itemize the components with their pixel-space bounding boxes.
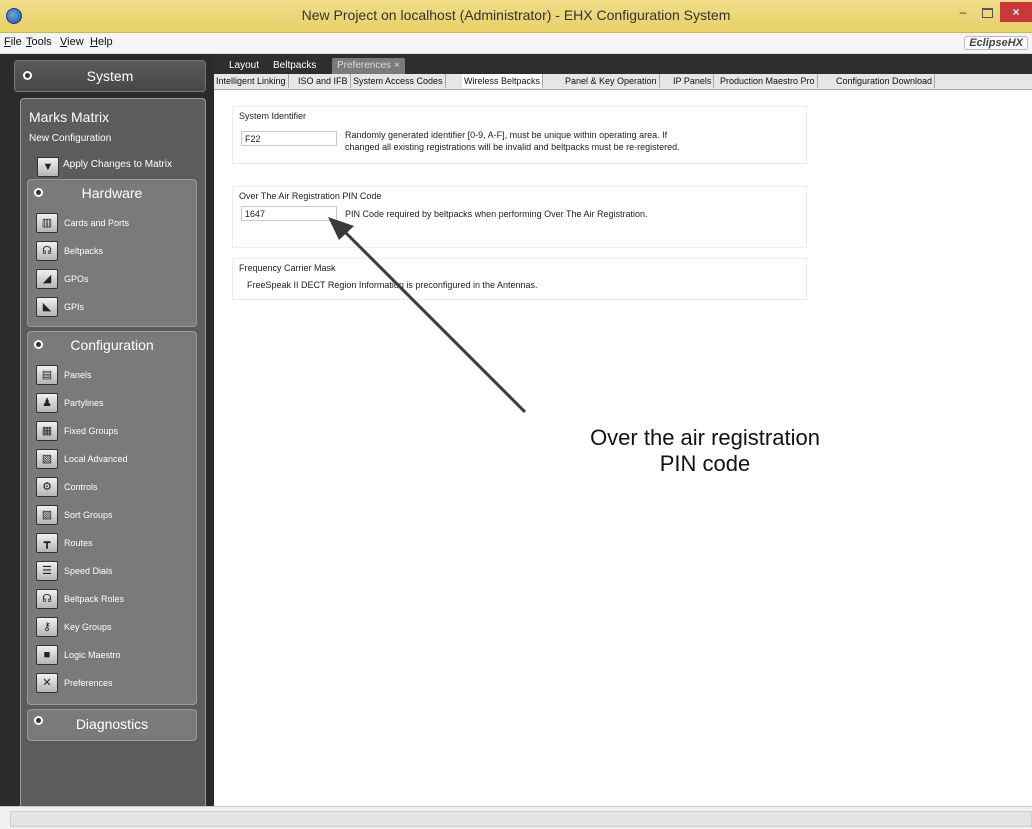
sidebar-item-label: Beltpacks [64, 246, 104, 256]
sidebar-item-label: GPIs [64, 302, 85, 312]
key-groups-icon: ⚷ [36, 617, 58, 637]
sidebar: System Marks Matrix New Configuration ▼ … [0, 54, 214, 812]
status-field [10, 811, 1032, 827]
frequency-carrier-mask-description: FreeSpeak II DECT Region Information is … [247, 280, 538, 290]
app-window: New Project on localhost (Administrator)… [0, 0, 1032, 829]
sidebar-item-label: Key Groups [64, 622, 112, 632]
frequency-carrier-mask-group: Frequency Carrier Mask FreeSpeak II DECT… [232, 258, 807, 300]
ota-pin-input[interactable]: 1647 [241, 206, 337, 221]
diagnostics-title: Diagnostics [75, 716, 149, 732]
close-button[interactable]: × [1000, 2, 1032, 22]
system-section-button[interactable]: System [14, 60, 206, 92]
tab-beltpacks[interactable]: Beltpacks [268, 58, 321, 74]
system-identifier-group: System Identifier F22 Randomly generated… [232, 106, 807, 164]
partylines-icon: ♟ [36, 393, 58, 413]
beltpack-roles-icon: ☊ [36, 589, 58, 609]
subtab-system-access-codes[interactable]: System Access Codes [351, 74, 446, 88]
hardware-section: Hardware ▥ Cards and Ports ☊ Beltpacks ◢… [27, 179, 197, 327]
system-identifier-input[interactable]: F22 [241, 131, 337, 146]
preferences-subtabs: Intelligent Linking ISO and IFB System A… [214, 74, 1032, 90]
panels-icon: ▤ [36, 365, 58, 385]
fixed-groups-icon: ▦ [36, 421, 58, 441]
local-advanced-icon: ▧ [36, 449, 58, 469]
document-tabs: Layout Beltpacks Preferences × [214, 54, 1032, 74]
sidebar-item-label: Routes [64, 538, 93, 548]
frequency-carrier-mask-title: Frequency Carrier Mask [239, 263, 336, 273]
sidebar-item-label: Fixed Groups [64, 426, 119, 436]
sidebar-item-label: Speed Dials [64, 566, 113, 576]
speed-dials-icon: ☰ [36, 561, 58, 581]
sidebar-item-label: Logic Maestro [64, 650, 121, 660]
subtab-wireless-beltpacks[interactable]: Wireless Beltpacks [462, 74, 544, 88]
window-title: New Project on localhost (Administrator)… [301, 7, 731, 23]
system-label: System [86, 68, 134, 84]
subtab-iso-and-ifb[interactable]: ISO and IFB [296, 74, 351, 88]
gpos-icon: ◢ [36, 269, 58, 289]
hardware-header[interactable]: Hardware [28, 182, 196, 204]
configuration-section: Configuration ▤ Panels ♟ Partylines ▦ Fi… [27, 331, 197, 705]
subtab-intelligent-linking[interactable]: Intelligent Linking [214, 74, 289, 88]
matrix-title: Marks Matrix [29, 109, 110, 125]
minimize-button[interactable]: – [952, 2, 974, 22]
sidebar-item-label: Sort Groups [64, 510, 113, 520]
tab-layout[interactable]: Layout [224, 58, 264, 74]
gpis-icon: ◣ [36, 297, 58, 317]
sidebar-item-label: Panels [64, 370, 92, 380]
logic-maestro-icon: ■ [36, 645, 58, 665]
status-bar [0, 806, 1032, 829]
sidebar-item-label: Cards and Ports [64, 218, 130, 228]
maximize-button[interactable] [976, 2, 998, 22]
menu-tools[interactable]: Tools [26, 36, 52, 48]
menu-help[interactable]: Help [90, 36, 113, 48]
close-tab-icon[interactable]: × [394, 60, 400, 71]
sidebar-item-label: Controls [64, 482, 98, 492]
subtab-production-maestro-pro[interactable]: Production Maestro Pro [718, 74, 818, 88]
sidebar-item-label: Beltpack Roles [64, 594, 125, 604]
subtab-panel-key-operation[interactable]: Panel & Key Operation [563, 74, 660, 88]
subtab-ip-panels[interactable]: IP Panels [671, 74, 715, 88]
controls-icon: ⚙ [36, 477, 58, 497]
configuration-header[interactable]: Configuration [28, 334, 196, 356]
apply-changes-label: Apply Changes to Matrix [63, 159, 172, 170]
apply-changes-icon: ▼ [37, 157, 59, 177]
sidebar-item-label: Partylines [64, 398, 104, 408]
menu-view[interactable]: View [60, 36, 84, 48]
sidebar-item-label: Local Advanced [64, 454, 128, 464]
menu-bar: File Tools View Help EclipseHX [0, 33, 1032, 54]
ota-pin-title: Over The Air Registration PIN Code [239, 191, 382, 201]
matrix-subtitle: New Configuration [29, 133, 112, 144]
eclipse-logo: EclipseHX [964, 36, 1028, 50]
maximize-icon [981, 7, 993, 18]
system-identifier-title: System Identifier [239, 111, 307, 121]
routes-icon: ┳ [36, 533, 58, 553]
beltpacks-icon: ☊ [36, 241, 58, 261]
subtab-configuration-download[interactable]: Configuration Download [834, 74, 936, 88]
hardware-title: Hardware [81, 185, 143, 201]
ota-pin-description: PIN Code required by beltpacks when perf… [345, 209, 648, 219]
matrix-panel: Marks Matrix New Configuration ▼ Apply C… [20, 98, 206, 812]
tab-preferences[interactable]: Preferences × [332, 58, 405, 74]
configuration-title: Configuration [70, 337, 154, 353]
menu-file[interactable]: File [4, 36, 22, 48]
sidebar-item-label: Preferences [64, 678, 113, 688]
sort-groups-icon: ▨ [36, 505, 58, 525]
preferences-icon: ✕ [36, 673, 58, 693]
cards-ports-icon: ▥ [36, 213, 58, 233]
system-identifier-description: Randomly generated identifier [0-9, A-F]… [345, 130, 680, 152]
diagnostics-section-button[interactable]: Diagnostics [27, 709, 197, 741]
sidebar-item-label: GPOs [64, 274, 89, 284]
ota-pin-group: Over The Air Registration PIN Code 1647 … [232, 186, 807, 248]
annotation-text: Over the air registration PIN code [590, 425, 820, 476]
title-bar[interactable]: New Project on localhost (Administrator)… [0, 0, 1032, 33]
